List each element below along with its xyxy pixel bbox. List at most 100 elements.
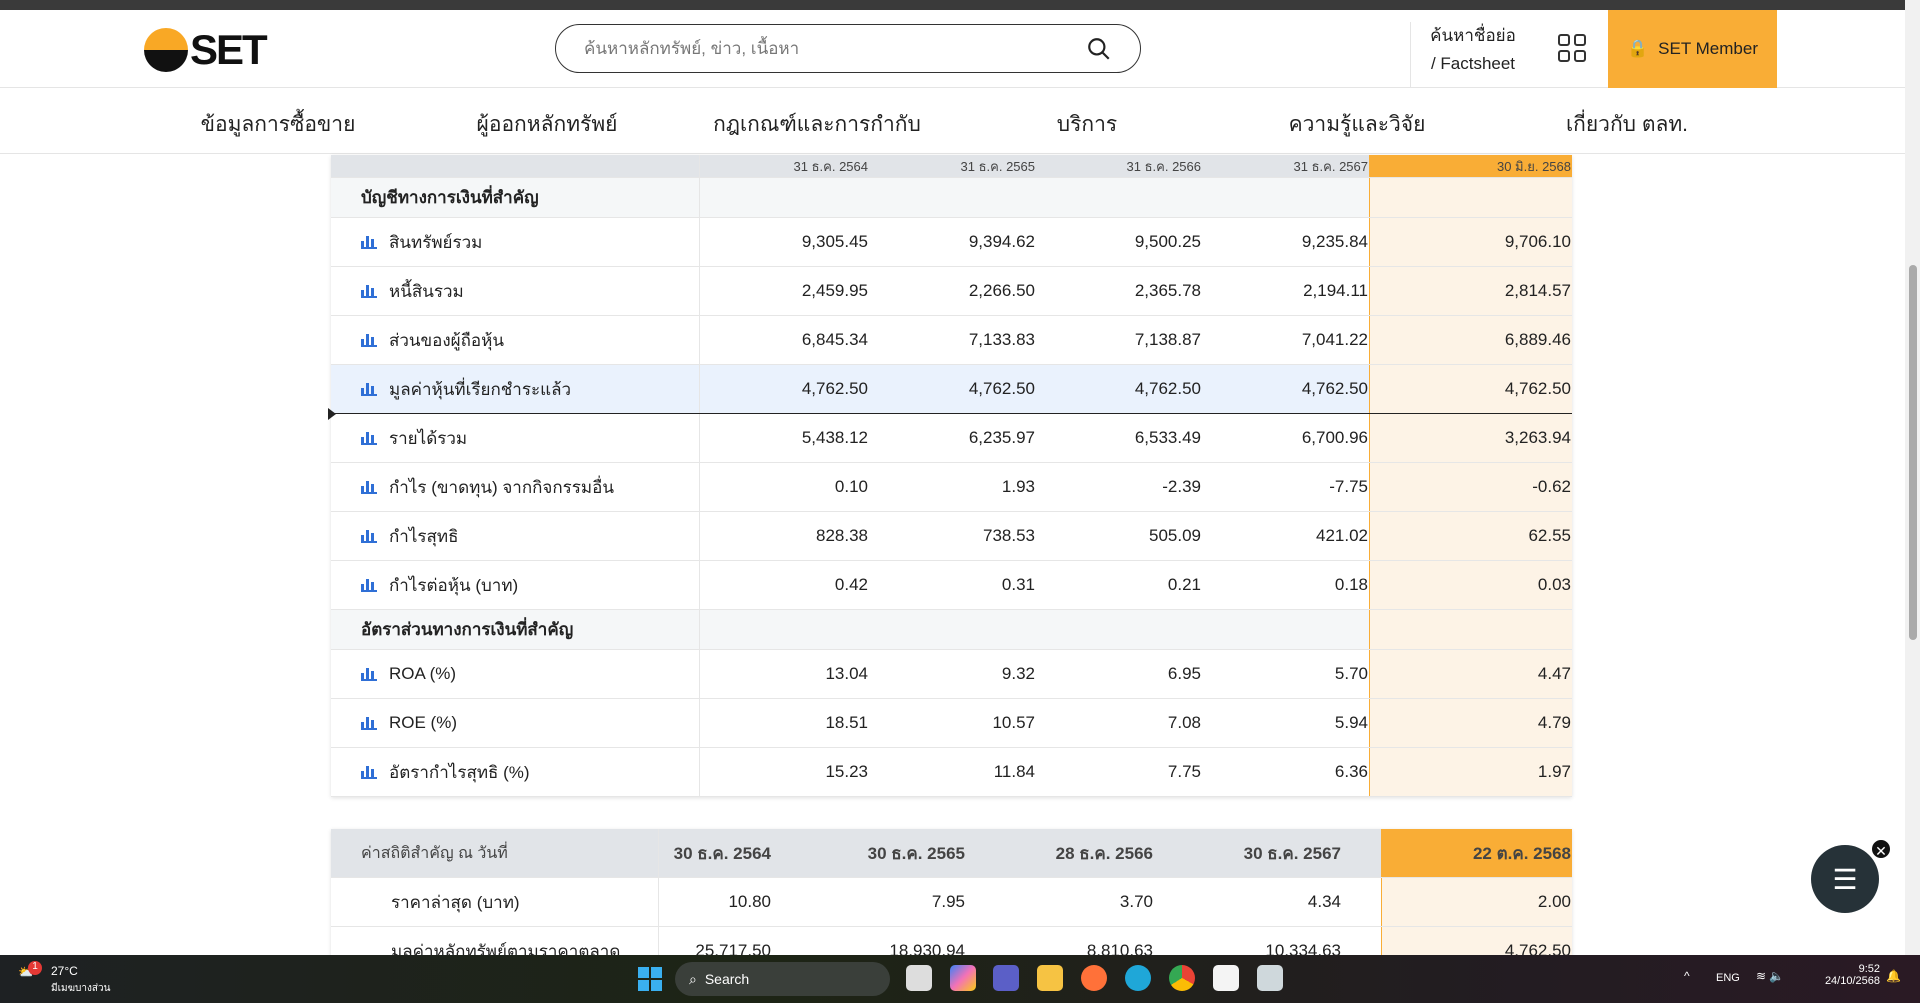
value-cell: 2,194.11 xyxy=(1303,281,1368,300)
nav-knowledge[interactable]: ความรู้และวิจัย xyxy=(1289,108,1426,141)
scrollbar-thumb[interactable] xyxy=(1909,265,1917,640)
search-icon[interactable] xyxy=(1086,36,1112,62)
value-cell: 421.02 xyxy=(1316,526,1368,545)
table-row[interactable]: ROE (%) 18.51 10.57 7.08 5.94 4.79 xyxy=(331,699,1572,748)
row-label[interactable]: อัตรากำไรสุทธิ (%) xyxy=(331,748,700,796)
apps-grid-icon[interactable] xyxy=(1558,34,1586,62)
nav-regulations[interactable]: กฎเกณฑ์และการกำกับ xyxy=(713,108,921,141)
row-label[interactable]: ROE (%) xyxy=(331,699,700,747)
notification-bell-icon[interactable]: 🔔 xyxy=(1886,969,1901,983)
wifi-volume-icon[interactable]: ≋ 🔈 xyxy=(1756,969,1784,983)
bar-chart-icon[interactable] xyxy=(361,667,377,681)
bar-chart-icon[interactable] xyxy=(361,529,377,543)
stats-column-header: 22 ต.ค. 2568 xyxy=(1472,843,1571,863)
bar-chart-icon[interactable] xyxy=(361,480,377,494)
row-label-text: อัตรากำไรสุทธิ (%) xyxy=(389,762,530,782)
value-cell: 7.08 xyxy=(1167,713,1201,732)
bar-chart-icon[interactable] xyxy=(361,382,377,396)
value-cell: 10.80 xyxy=(728,892,771,911)
chrome-icon[interactable] xyxy=(1169,965,1195,991)
value-cell: 6,845.34 xyxy=(801,330,868,349)
copilot-icon[interactable] xyxy=(950,965,976,991)
row-label-text: กำไรสุทธิ xyxy=(389,526,459,546)
value-cell: 4,762.50 xyxy=(1301,379,1368,398)
nav-trading-data[interactable]: ข้อมูลการซื้อขาย xyxy=(201,108,356,141)
bar-chart-icon[interactable] xyxy=(361,716,377,730)
factsheet-line2: / Factsheet xyxy=(1430,54,1516,73)
row-label[interactable]: สินทรัพย์รวม xyxy=(331,218,700,266)
value-cell: 6,889.46 xyxy=(1504,330,1571,349)
table-row[interactable]: มูลค่าหุ้นที่เรียกชำระแล้ว 4,762.50 4,762.… xyxy=(328,365,1572,420)
search-input[interactable]: ค้นหาหลักทรัพย์, ข่าว, เนื้อหา xyxy=(555,24,1141,73)
main-nav: ข้อมูลการซื้อขาย ผู้ออกหลักทรัพย์ กฎเกณฑ… xyxy=(0,88,1905,154)
table-row[interactable]: ROA (%) 13.04 9.32 6.95 5.70 4.47 xyxy=(331,650,1572,699)
chat-widget-button[interactable]: ☰ xyxy=(1811,845,1879,913)
section-header: บัญชีทางการเงินที่สำคัญ xyxy=(331,178,1572,218)
value-cell: 7,138.87 xyxy=(1134,330,1201,349)
table-row[interactable]: กำไรสุทธิ 828.38 738.53 505.09 421.02 62.55 xyxy=(331,512,1572,561)
bar-chart-icon[interactable] xyxy=(361,431,377,445)
row-label[interactable]: รายได้รวม xyxy=(331,414,700,462)
task-view-icon[interactable] xyxy=(906,965,932,991)
section-header: อัตราส่วนทางการเงินที่สำคัญ xyxy=(331,610,1572,650)
table-row[interactable]: กำไร (ขาดทุน) จากกิจกรรมอื่น 0.10 1.93 -2.3… xyxy=(331,463,1572,512)
bar-chart-icon[interactable] xyxy=(361,333,377,347)
row-label[interactable]: ROA (%) xyxy=(331,650,700,698)
financial-table: 31 ธ.ค. 2564 31 ธ.ค. 2565 31 ธ.ค. 2566 31 ธ… xyxy=(328,155,1572,797)
table-row: ราคาล่าสุด (บาท) 10.80 7.95 3.70 4.34 2.00 xyxy=(331,878,1572,927)
app-icon[interactable] xyxy=(1213,965,1239,991)
value-cell: 0.03 xyxy=(1537,575,1571,594)
table-row[interactable]: หนี้สินรวม 2,459.95 2,266.50 2,365.78 2,194.… xyxy=(331,267,1572,316)
set-logo[interactable]: SET xyxy=(144,26,268,74)
show-hidden-icons[interactable]: ^ xyxy=(1684,969,1690,983)
row-label[interactable]: กำไรสุทธิ xyxy=(331,512,700,560)
language-indicator[interactable]: ENG xyxy=(1716,972,1740,984)
value-cell: 738.53 xyxy=(983,526,1035,545)
table-row[interactable]: สินทรัพย์รวม 9,305.45 9,394.62 9,500.25 9,23… xyxy=(331,218,1572,267)
value-cell: 9.32 xyxy=(1001,664,1035,683)
value-cell: 0.21 xyxy=(1167,575,1201,594)
value-cell: 5.94 xyxy=(1334,713,1368,732)
edge-icon[interactable] xyxy=(1125,965,1151,991)
row-label[interactable]: กำไรต่อหุ้น (บาท) xyxy=(331,561,700,609)
weather-badge: 1 xyxy=(28,961,42,975)
nav-services[interactable]: บริการ xyxy=(1057,108,1117,141)
bar-chart-icon[interactable] xyxy=(361,578,377,592)
table-row[interactable]: กำไรต่อหุ้น (บาท) 0.42 0.31 0.21 0.18 0.03 xyxy=(331,561,1572,610)
bar-chart-icon[interactable] xyxy=(361,235,377,249)
bar-chart-icon[interactable] xyxy=(361,765,377,779)
nav-about[interactable]: เกี่ยวกับ ตลท. xyxy=(1566,108,1688,141)
bar-chart-icon[interactable] xyxy=(361,284,377,298)
value-cell: 7,041.22 xyxy=(1301,330,1368,349)
page-scrollbar[interactable] xyxy=(1905,0,1920,955)
clock[interactable]: 9:52 24/10/2568 xyxy=(1810,963,1880,987)
value-cell: 7.75 xyxy=(1167,762,1201,781)
table-row[interactable]: อัตรากำไรสุทธิ (%) 15.23 11.84 7.75 6.36 1.97 xyxy=(331,748,1572,797)
row-label[interactable]: หนี้สินรวม xyxy=(331,267,700,315)
value-cell: 2,459.95 xyxy=(801,281,868,300)
table-row[interactable]: รายได้รวม 5,438.12 6,235.97 6,533.49 6,700.9… xyxy=(331,414,1572,463)
windows-start-icon[interactable] xyxy=(638,967,662,991)
set-member-button[interactable]: 🔒 SET Member xyxy=(1608,10,1777,88)
nav-issuers[interactable]: ผู้ออกหลักทรัพย์ xyxy=(477,108,618,141)
stats-title: ค่าสถิติสำคัญ ณ วันที่ xyxy=(331,829,659,877)
file-explorer-icon[interactable] xyxy=(1037,965,1063,991)
value-cell: 3.70 xyxy=(1119,892,1153,911)
row-label[interactable]: มูลค่าหุ้นที่เรียกชำระแล้ว xyxy=(331,365,700,413)
app-icon-2[interactable] xyxy=(1257,965,1283,991)
table-row[interactable]: ส่วนของผู้ถือหุ้น 6,845.34 7,133.83 7,138.8… xyxy=(331,316,1572,365)
close-chat-icon[interactable]: ✕ xyxy=(1870,838,1892,860)
firefox-icon[interactable] xyxy=(1081,965,1107,991)
taskbar-search[interactable]: ⌕ Search xyxy=(675,962,890,996)
factsheet-search-link[interactable]: ค้นหาชื่อย่อ / Factsheet xyxy=(1410,22,1535,88)
row-label-text: รายได้รวม xyxy=(389,428,468,448)
value-cell: 4.34 xyxy=(1307,892,1341,911)
weather-text: มีเมฆบางส่วน xyxy=(51,983,111,994)
teams-icon[interactable] xyxy=(993,965,1019,991)
row-label[interactable]: กำไร (ขาดทุน) จากกิจกรรมอื่น xyxy=(331,463,700,511)
value-cell: 7.95 xyxy=(931,892,965,911)
value-cell: 0.10 xyxy=(834,477,868,496)
list-star-icon: ☰ xyxy=(1832,863,1858,895)
row-label[interactable]: ส่วนของผู้ถือหุ้น xyxy=(331,316,700,364)
stats-column-header: 30 ธ.ค. 2565 xyxy=(867,843,965,863)
